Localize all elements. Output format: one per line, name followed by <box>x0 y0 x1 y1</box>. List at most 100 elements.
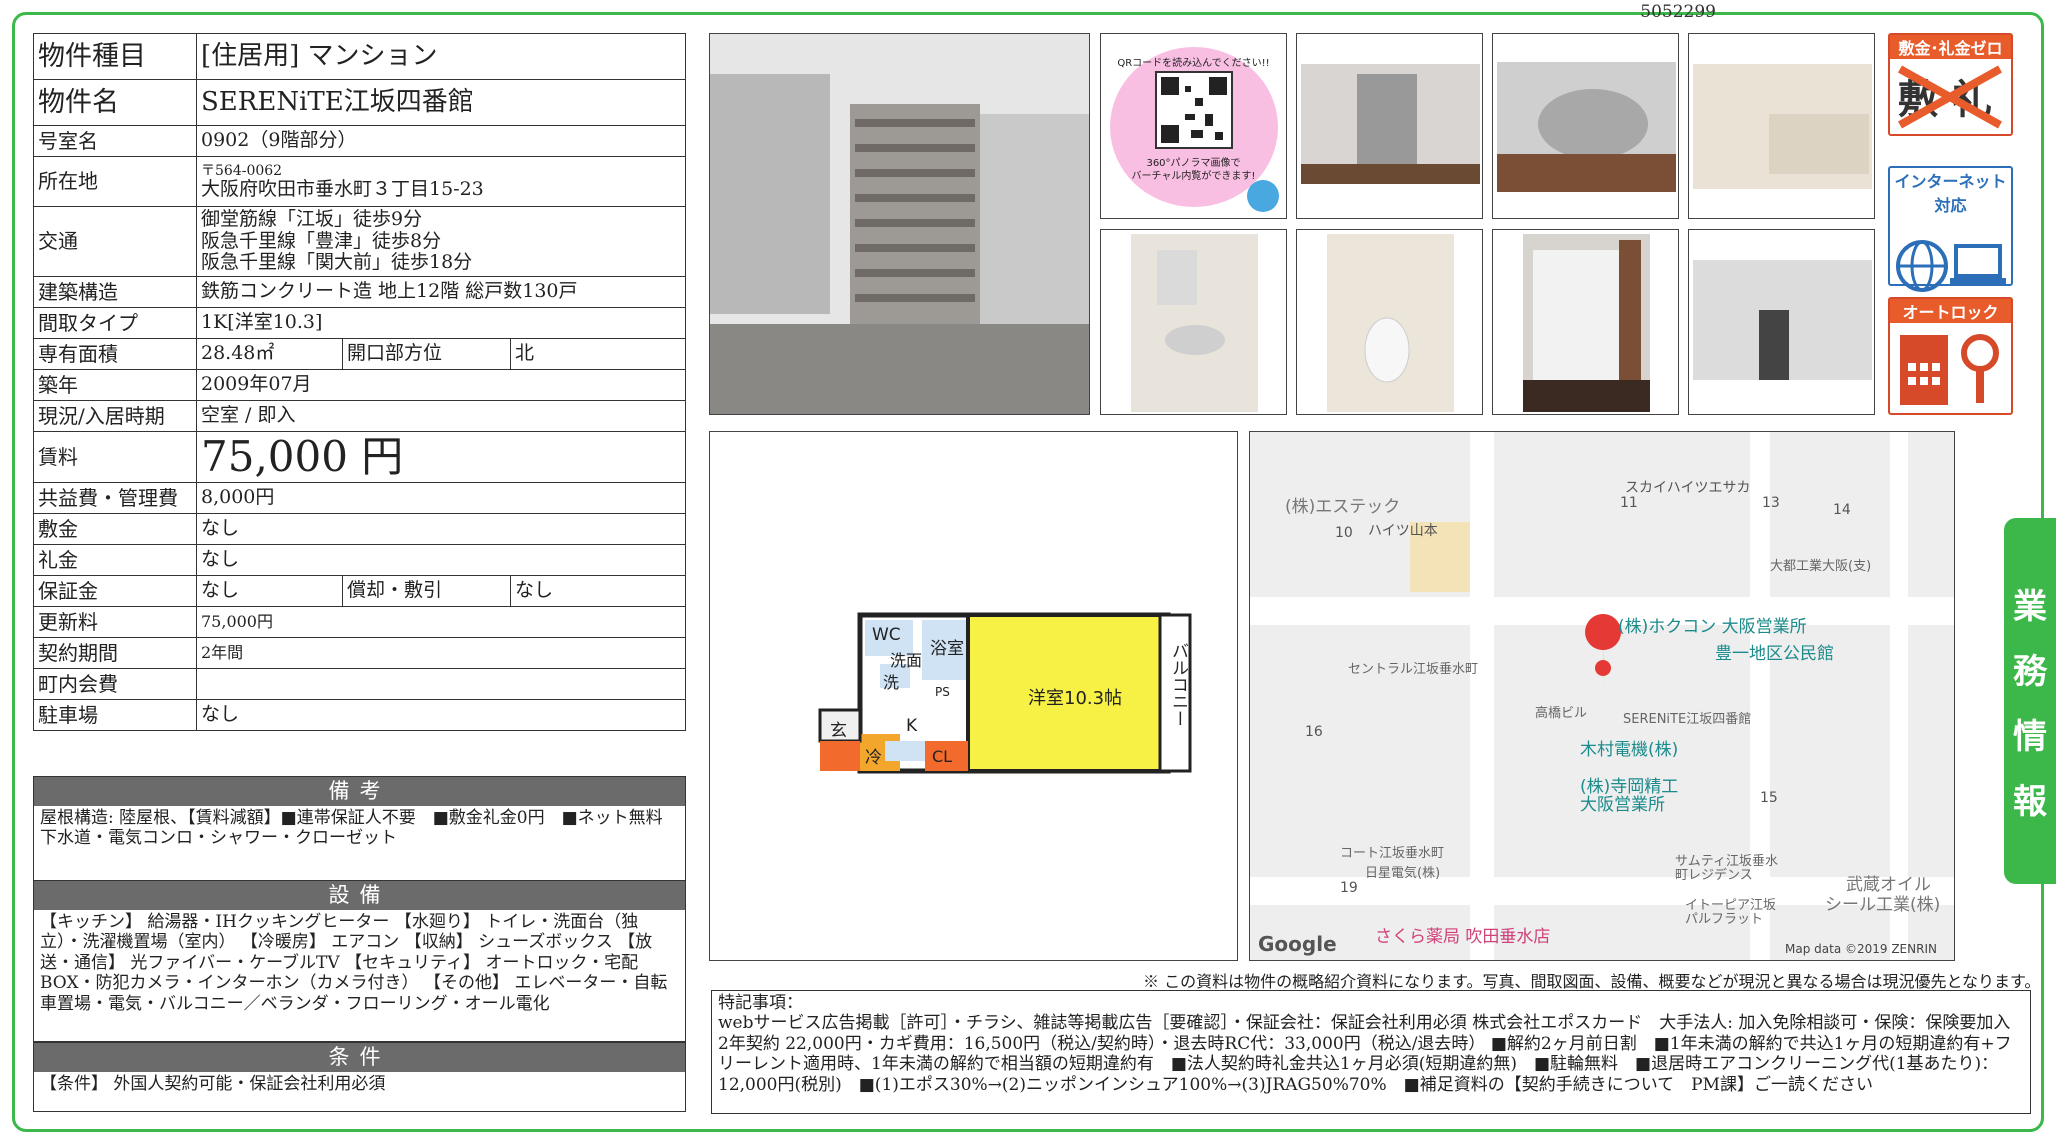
map-label: (株)ホクコン 大阪営業所 <box>1618 617 1807 637</box>
postal-code: 〒564-0062 <box>201 162 283 179</box>
conditions-title: 条件 <box>34 1043 685 1072</box>
remarks-title: 備考 <box>34 777 685 806</box>
floorplan-room: 洋室10.3帖 <box>1028 688 1123 709</box>
status-label: 現況/入居時期 <box>33 400 197 432</box>
floorplan-wash: 洗面 <box>890 651 923 670</box>
map-label: さくら薬局 吹田垂水店 <box>1375 927 1551 947</box>
cross-out-icon <box>1898 65 2002 129</box>
contract-label: 契約期間 <box>33 637 197 670</box>
contract-value: 2年間 <box>196 637 686 670</box>
room-photo[interactable] <box>1296 33 1483 219</box>
conditions-section: 条件 【条件】 外国人契約可能・保証会社利用必須 <box>33 1042 686 1112</box>
traffic-line: 阪急千里線「関大前」徒歩18分 <box>201 251 473 274</box>
traffic-line: 阪急千里線「豊津」徒歩8分 <box>201 229 442 252</box>
map-label: パルフラット <box>1685 912 1764 927</box>
remarks-line: 屋根構造: 陸屋根、【賃料減額】■連帯保証人不要 ■敷金礼金0円 ■ネット無料 <box>40 808 663 828</box>
area-value: 28.48㎡ <box>196 338 343 370</box>
fee-value: 8,000円 <box>196 482 686 515</box>
kitchen-photo[interactable] <box>1492 33 1679 219</box>
parking-label: 駐車場 <box>33 699 197 732</box>
key-money-value: なし <box>196 544 686 577</box>
town-fee-value <box>196 668 686 701</box>
equipment-section: 設備 【キッチン】 給湯器・IHクッキングヒーター 【水廻り】 トイレ・洗面台（… <box>33 880 686 1042</box>
fee-label: 共益費・管理費 <box>33 482 197 515</box>
closet-photo[interactable] <box>1492 229 1679 415</box>
area-map[interactable]: (株)エステック ハイツ山本 スカイハイツエサカ 大都工業大阪(支) (株)ホク… <box>1249 431 1955 961</box>
rent-value: 75,000 円 <box>196 430 686 484</box>
parking-value: なし <box>196 699 686 732</box>
business-info-tab[interactable]: 業 務 情 報 <box>2004 518 2056 884</box>
equipment-title: 設備 <box>34 881 685 910</box>
special-notes-title: 特記事項： <box>718 993 803 1013</box>
property-info-table: 物件種目 [住居用] マンション 物件名 SERENiTE江坂四番館 号室名 0902… <box>33 33 686 732</box>
side-tab-char: 報 <box>2013 782 2047 822</box>
map-label: 大都工業大阪(支) <box>1770 559 1872 574</box>
address-label: 所在地 <box>33 156 197 207</box>
lock-keypad-icon <box>1900 334 1999 405</box>
map-label: ハイツ山本 <box>1368 523 1438 539</box>
autolock-badge: オートロック <box>1888 297 2013 415</box>
traffic-label: 交通 <box>33 206 197 277</box>
type-value: [住居用] マンション <box>196 33 686 80</box>
map-label: 日星電気(株) <box>1365 866 1441 881</box>
remarks-line: 下水道・電気コンロ・シャワー・クローゼット <box>40 828 397 849</box>
amortization-label: 償却・敷引 <box>342 575 511 608</box>
map-label: シール工業(株) <box>1825 895 1941 915</box>
washroom-photo[interactable] <box>1100 229 1287 415</box>
map-label: 木村電機(株) <box>1580 740 1679 760</box>
floor-plan[interactable]: WC 浴室 洗面 洗 PS 玄 K 冷 CL 洋室10.3帖 バルコニー <box>709 431 1238 961</box>
map-label: 高橋ビル <box>1535 706 1588 721</box>
layout-label: 間取タイプ <box>33 307 197 339</box>
map-block-number: 11 <box>1620 495 1638 511</box>
building-photo[interactable] <box>709 33 1090 415</box>
internet-badge: インターネット対応 <box>1888 166 2013 292</box>
qr-panel[interactable]: QRコードを読み込んでください!! 360°パノラマ画像で バーチャル内覧ができ… <box>1100 33 1287 219</box>
side-tab-char: 業 <box>2013 587 2047 627</box>
google-logo: Google <box>1258 932 1337 956</box>
direction-value: 北 <box>510 338 686 370</box>
layout-value: 1K[洋室10.3] <box>196 307 686 339</box>
side-tab-char: 情 <box>2013 717 2047 757</box>
internet-title: インターネット対応 <box>1894 172 2007 215</box>
floorplan-entrance: 玄 <box>830 721 847 741</box>
floorplan-bath: 浴室 <box>930 639 964 659</box>
built-label: 築年 <box>33 369 197 401</box>
map-label: セントラル江坂垂水町 <box>1348 662 1479 677</box>
name-label: 物件名 <box>33 79 197 126</box>
direction-label: 開口部方位 <box>342 338 511 370</box>
map-block-number: 13 <box>1762 495 1780 511</box>
floorplan-closet: CL <box>932 747 953 766</box>
map-label: コート江坂垂水町 <box>1340 846 1445 861</box>
map-block-number: 16 <box>1305 724 1323 740</box>
town-fee-label: 町内会費 <box>33 668 197 701</box>
hallway-photo[interactable] <box>1688 229 1875 415</box>
qr-text-3: バーチャル内覧ができます! <box>1131 171 1256 182</box>
amortization-value: なし <box>510 575 686 608</box>
equipment-text: 【キッチン】 給湯器・IHクッキングヒーター 【水廻り】 トイレ・洗面台（独立）… <box>40 912 668 1014</box>
floorplan-ps: PS <box>935 685 950 699</box>
map-label: 大阪営業所 <box>1580 795 1665 815</box>
map-block-number: 10 <box>1335 525 1353 541</box>
traffic-line: 御堂筋線「江坂」徒歩9分 <box>201 207 423 230</box>
room-label: 号室名 <box>33 125 197 157</box>
autolock-title: オートロック <box>1890 299 2011 323</box>
zero-deposit-title: 敷金･礼金ゼロ <box>1890 35 2011 59</box>
name-value: SERENiTE江坂四番館 <box>196 79 686 126</box>
toilet-photo[interactable] <box>1296 229 1483 415</box>
floorplan-kitchen: K <box>906 716 918 736</box>
zero-deposit-badge: 敷金･礼金ゼロ 敷 礼 <box>1888 33 2013 136</box>
deposit-label: 敷金 <box>33 513 197 546</box>
floorplan-laundry: 洗 <box>883 673 900 692</box>
deposit-value: なし <box>196 513 686 546</box>
map-label: SERENiTE江坂四番館 <box>1623 712 1752 727</box>
area-label: 専有面積 <box>33 338 197 370</box>
map-label: 町レジデンス <box>1675 868 1753 883</box>
guarantee-value: なし <box>196 575 343 608</box>
guarantee-label: 保証金 <box>33 575 197 608</box>
status-value: 空室 / 即入 <box>196 400 686 432</box>
qr-text-1: QRコードを読み込んでください!! <box>1117 58 1270 69</box>
map-label: (株)エステック <box>1285 497 1401 517</box>
disclaimer-note: ※ この資料は物件の概略紹介資料になります。写真、間取図面、設備、概要などが現況… <box>1143 972 2041 991</box>
bathroom-photo[interactable] <box>1688 33 1875 219</box>
renewal-value: 75,000円 <box>196 606 686 639</box>
